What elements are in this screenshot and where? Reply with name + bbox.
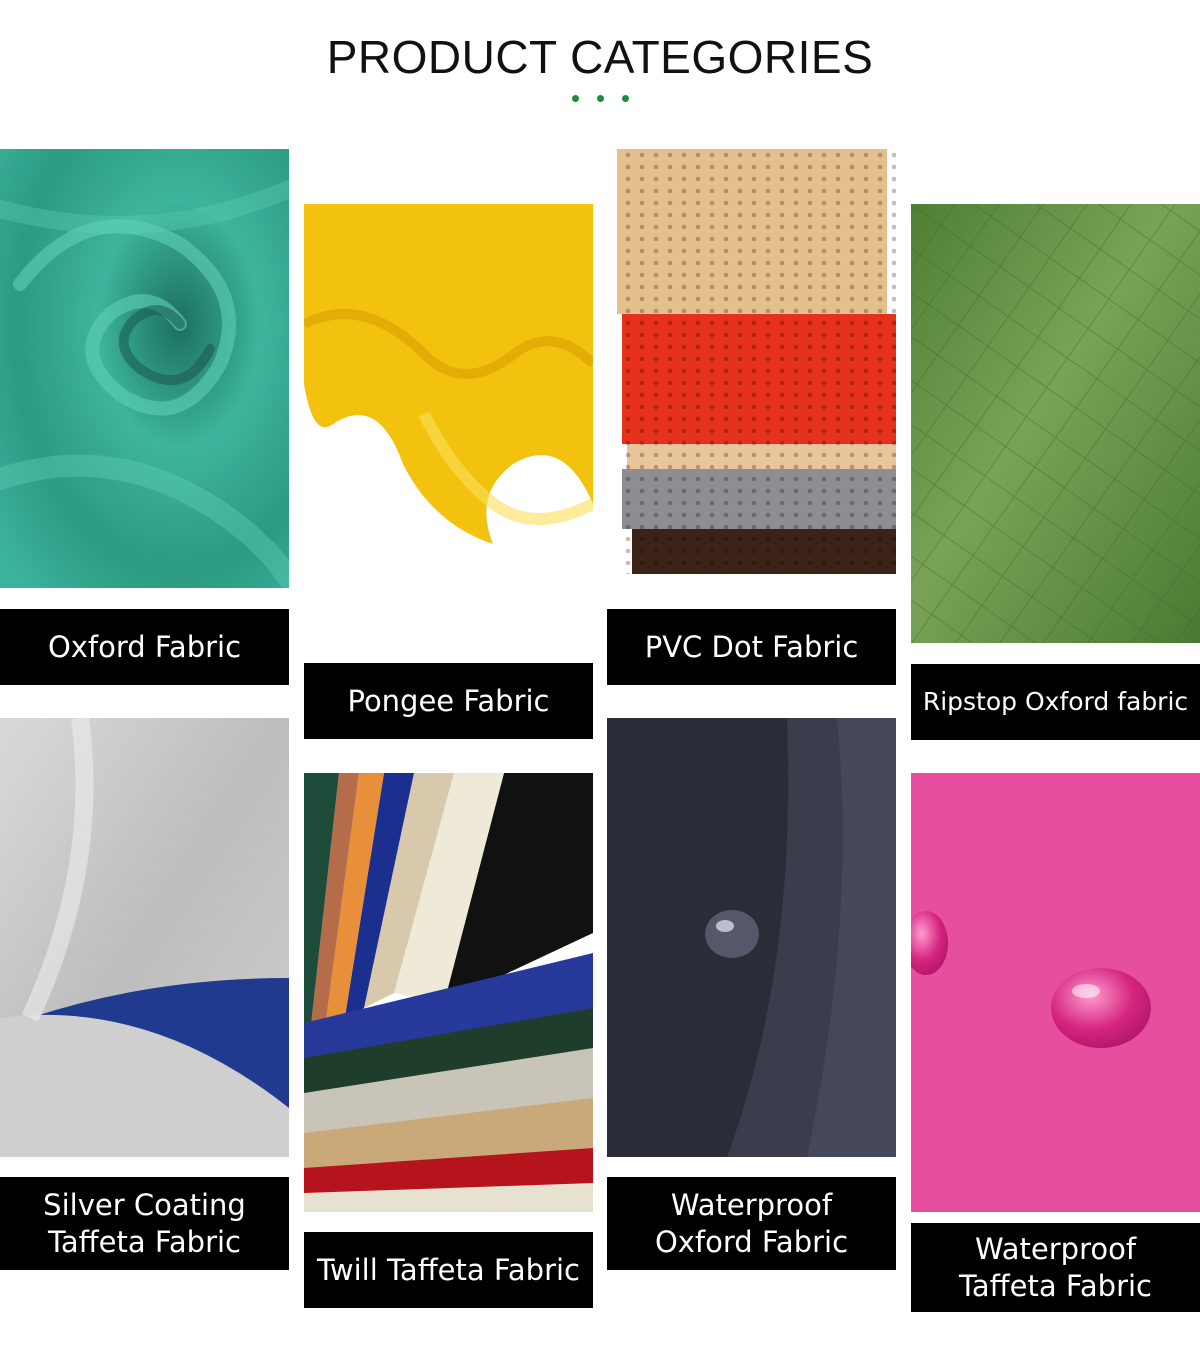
twill-taffeta-fabric-image[interactable] (304, 773, 593, 1212)
silver-coating-fabric-label[interactable]: Silver Coating Taffeta Fabric (0, 1177, 289, 1270)
twill-taffeta-fabric-label[interactable]: Twill Taffeta Fabric (304, 1232, 593, 1308)
silver-coating-fabric-image[interactable] (0, 718, 289, 1157)
ripstop-oxford-fabric-label[interactable]: Ripstop Oxford fabric (911, 664, 1200, 740)
decoration-dot (621, 95, 629, 102)
pvc-dot-fabric-image[interactable] (607, 149, 896, 574)
decoration-dot (596, 95, 604, 102)
pongee-fabric-label[interactable]: Pongee Fabric (304, 663, 593, 739)
oxford-fabric-image[interactable] (0, 149, 289, 588)
waterproof-taffeta-fabric-image[interactable] (911, 773, 1200, 1212)
pongee-fabric-image[interactable] (304, 204, 593, 551)
pvc-dot-fabric-label[interactable]: PVC Dot Fabric (607, 609, 896, 685)
decoration-dot (571, 95, 579, 102)
ripstop-oxford-fabric-image[interactable] (911, 204, 1200, 643)
page-title: PRODUCT CATEGORIES (326, 31, 874, 83)
title-decoration (0, 95, 1200, 102)
waterproof-taffeta-fabric-label[interactable]: Waterproof Taffeta Fabric (911, 1223, 1200, 1312)
waterproof-oxford-fabric-image[interactable] (607, 718, 896, 1157)
oxford-fabric-label[interactable]: Oxford Fabric (0, 609, 289, 685)
waterproof-oxford-fabric-label[interactable]: Waterproof Oxford Fabric (607, 1177, 896, 1270)
